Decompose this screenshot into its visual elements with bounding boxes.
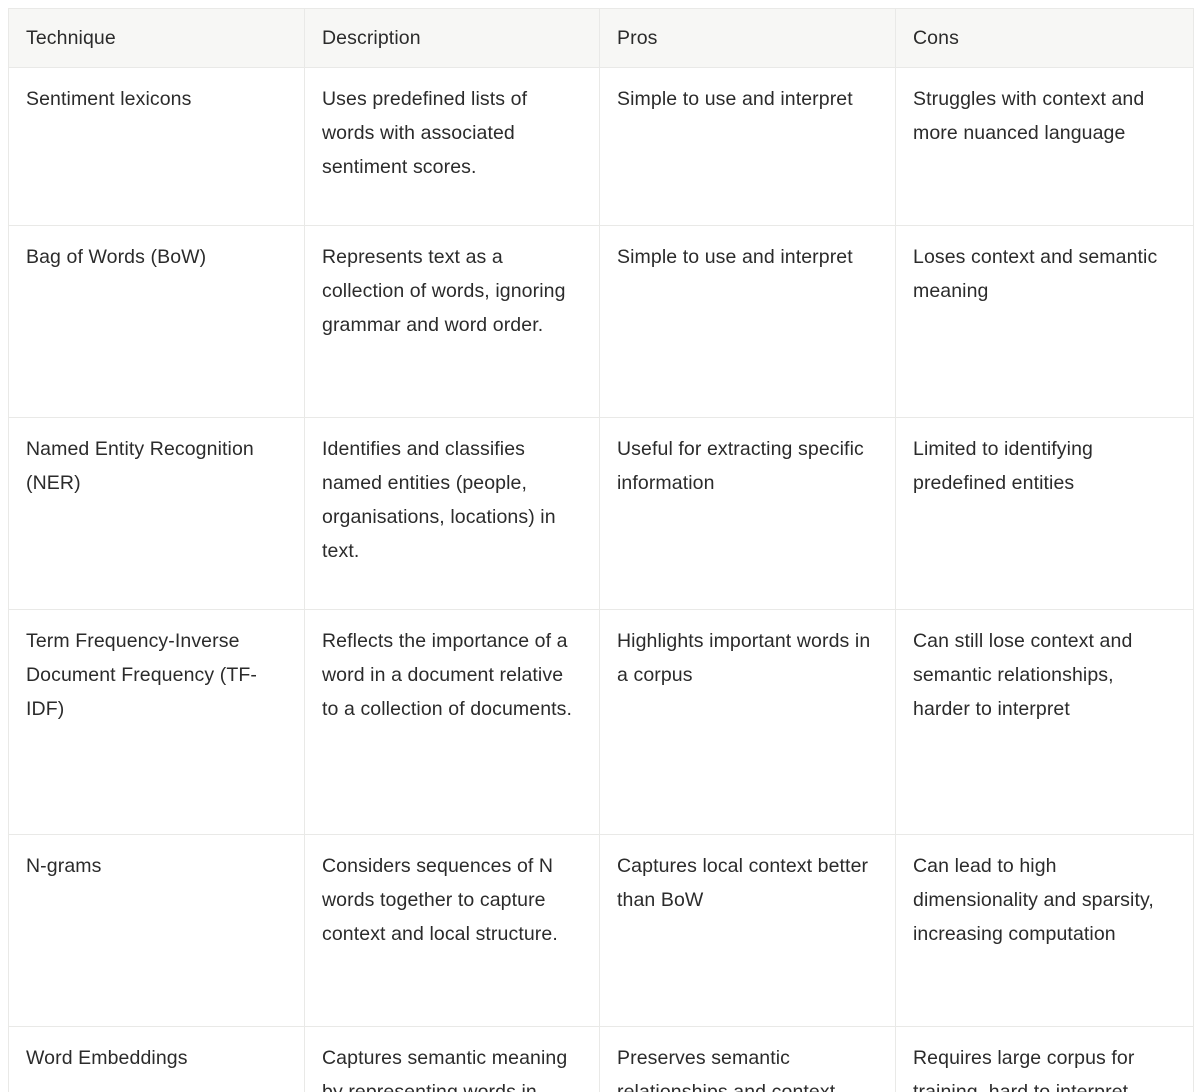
cell-description: Captures semantic meaning by representin… [304,1026,600,1092]
column-header-pros: Pros [599,8,896,68]
cell-text: Loses context and semantic meaning [913,246,1158,302]
cell-text: Captures semantic meaning by representin… [322,1047,568,1092]
cell-pros: Preserves semantic relationships and con… [599,1026,896,1092]
cell-text: Can lead to high dimensionality and spar… [913,855,1154,945]
page-root: Technique Description Pros Cons Sentimen… [0,0,1200,1092]
cell-text: Reflects the importance of a word in a d… [322,630,573,720]
cell-text: Simple to use and interpret [617,88,853,110]
table-row: Bag of Words (BoW) Represents text as a … [8,225,1194,418]
cell-text: Useful for extracting specific informati… [617,438,864,494]
cell-description: Reflects the importance of a word in a d… [304,609,600,835]
cell-text: Can still lose context and semantic rela… [913,630,1133,720]
nlp-techniques-comparison-table: Technique Description Pros Cons Sentimen… [8,8,1194,1092]
table-row: Term Frequency-Inverse Document Frequenc… [8,609,1194,835]
cell-text: Bag of Words (BoW) [26,246,207,268]
cell-text: Represents text as a collection of words… [322,246,566,336]
table-body: Sentiment lexicons Uses predefined lists… [8,67,1194,1092]
cell-cons: Limited to identifying predefined entiti… [895,417,1194,610]
column-header-technique: Technique [8,8,305,68]
column-header-description: Description [304,8,600,68]
cell-pros: Highlights important words in a corpus [599,609,896,835]
table-row: Sentiment lexicons Uses predefined lists… [8,67,1194,226]
cell-text: Preserves semantic relationships and con… [617,1047,836,1092]
cell-text: Named Entity Recognition (NER) [26,438,254,494]
cell-text: Identifies and classifies named entities… [322,438,556,562]
cell-text: Uses predefined lists of words with asso… [322,88,528,178]
cell-description: Uses predefined lists of words with asso… [304,67,600,226]
cell-text: Considers sequences of N words together … [322,855,558,945]
cell-text: Sentiment lexicons [26,88,192,110]
cell-description: Considers sequences of N words together … [304,834,600,1027]
cell-text: Struggles with context and more nuanced … [913,88,1145,144]
cell-pros: Useful for extracting specific informati… [599,417,896,610]
cell-text: Highlights important words in a corpus [617,630,871,686]
cell-cons: Can still lose context and semantic rela… [895,609,1194,835]
table-row: Word Embeddings Captures semantic meanin… [8,1026,1194,1092]
cell-pros: Simple to use and interpret [599,67,896,226]
cell-text: Requires large corpus for training, hard… [913,1047,1135,1092]
cell-text: Captures local context better than BoW [617,855,869,911]
cell-description: Represents text as a collection of words… [304,225,600,418]
cell-cons: Loses context and semantic meaning [895,225,1194,418]
cell-technique: Named Entity Recognition (NER) [8,417,305,610]
cell-pros: Simple to use and interpret [599,225,896,418]
cell-cons: Requires large corpus for training, hard… [895,1026,1194,1092]
cell-text: Term Frequency-Inverse Document Frequenc… [26,630,257,720]
cell-description: Identifies and classifies named entities… [304,417,600,610]
table-header: Technique Description Pros Cons [8,8,1194,68]
table-row: N-grams Considers sequences of N words t… [8,834,1194,1027]
cell-technique: Sentiment lexicons [8,67,305,226]
cell-technique: N-grams [8,834,305,1027]
cell-cons: Struggles with context and more nuanced … [895,67,1194,226]
cell-technique: Bag of Words (BoW) [8,225,305,418]
cell-cons: Can lead to high dimensionality and spar… [895,834,1194,1027]
table-row: Named Entity Recognition (NER) Identifie… [8,417,1194,610]
cell-text: Limited to identifying predefined entiti… [913,438,1093,494]
table-header-row: Technique Description Pros Cons [8,8,1194,68]
cell-technique: Term Frequency-Inverse Document Frequenc… [8,609,305,835]
cell-text: Simple to use and interpret [617,246,853,268]
cell-text: N-grams [26,855,102,877]
cell-text: Word Embeddings [26,1047,188,1069]
column-header-cons: Cons [895,8,1194,68]
cell-pros: Captures local context better than BoW [599,834,896,1027]
cell-technique: Word Embeddings [8,1026,305,1092]
